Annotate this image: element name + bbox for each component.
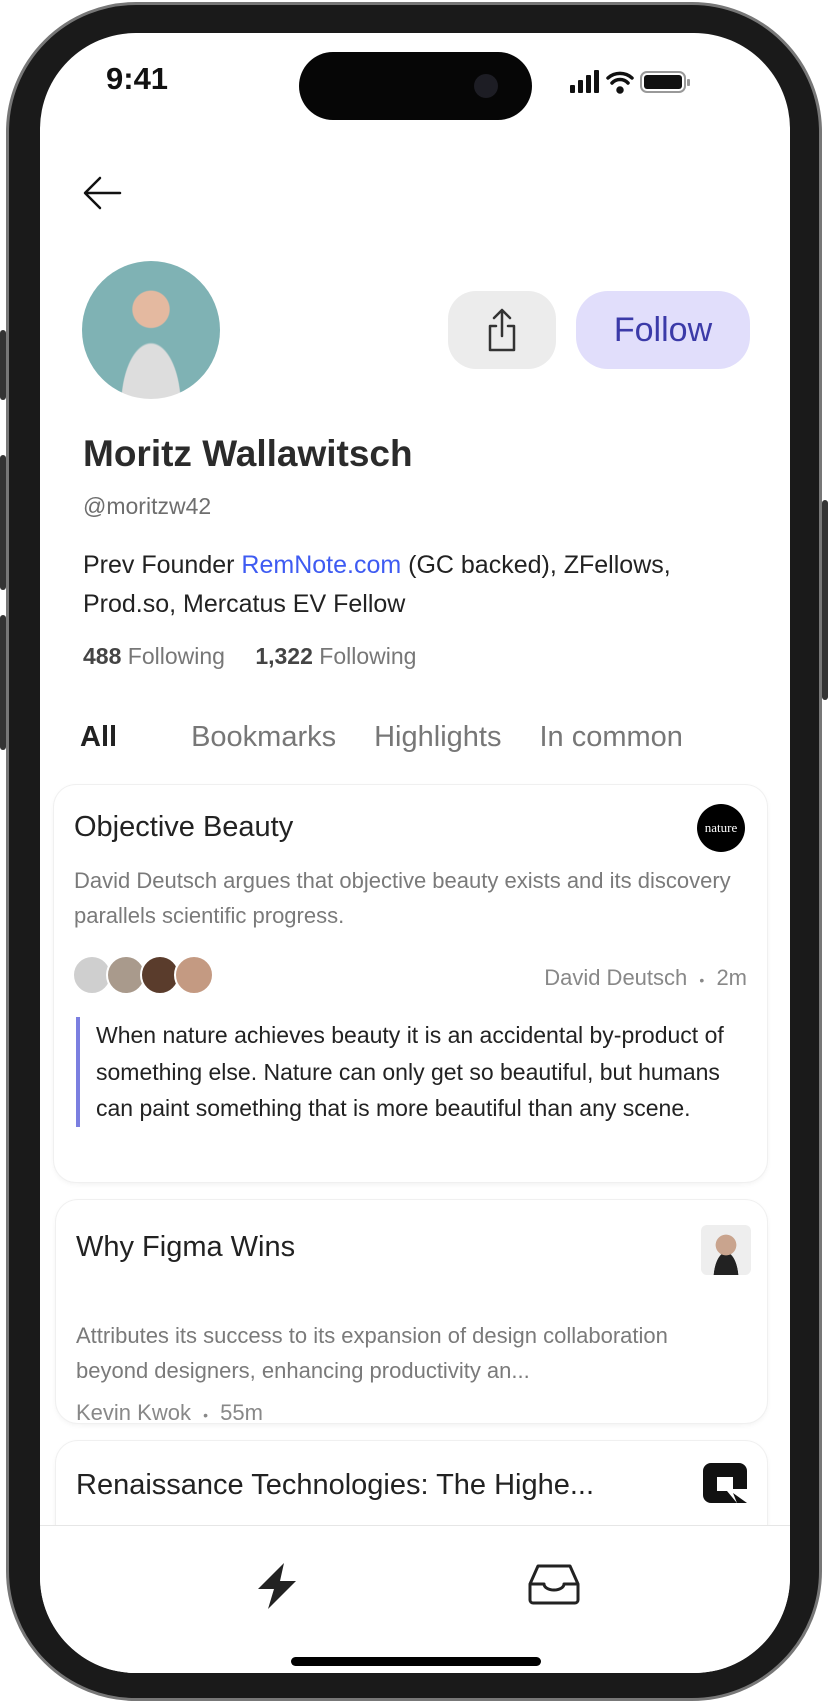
status-icons <box>570 70 690 94</box>
source-logo-icon <box>703 1463 747 1503</box>
tab-highlights[interactable]: Highlights <box>374 721 501 754</box>
lightning-icon[interactable] <box>254 1561 300 1611</box>
share-icon <box>488 308 516 352</box>
card-title: Why Figma Wins <box>76 1231 296 1263</box>
following-stat[interactable]: 488 Following <box>83 643 225 669</box>
follow-button[interactable]: Follow <box>576 291 750 369</box>
nature-logo: nature <box>697 804 745 852</box>
card-time: 2m <box>716 965 747 990</box>
followers-label: Following <box>319 643 417 669</box>
home-indicator[interactable] <box>291 1657 541 1666</box>
avatar <box>174 955 214 995</box>
tab-in-common[interactable]: In common <box>539 721 682 754</box>
card-meta: David Deutsch • 2m <box>544 965 747 991</box>
wifi-icon <box>606 71 634 94</box>
camera-icon <box>474 74 498 98</box>
card-description: David Deutsch argues that objective beau… <box>74 868 731 928</box>
share-button[interactable] <box>448 291 556 369</box>
author-thumbnail <box>701 1225 751 1275</box>
card-author: David Deutsch <box>544 965 688 990</box>
card-author: Kevin Kwok <box>76 1400 191 1425</box>
feed-card[interactable]: Why Figma Wins Attributes its success to… <box>56 1200 767 1426</box>
profile-stats: 488 Following 1,322 Following <box>83 643 416 670</box>
profile-handle: @moritzw42 <box>83 493 212 519</box>
side-button <box>822 500 828 700</box>
tab-bookmarks[interactable]: Bookmarks <box>191 721 336 754</box>
following-label: Following <box>127 643 225 669</box>
card-meta: Kevin Kwok • 55m <box>76 1400 263 1426</box>
feed-card[interactable]: Objective Beauty nature David Deutsch ar… <box>54 785 767 1182</box>
bottom-nav <box>40 1525 790 1673</box>
tab-bar: All Bookmarks Highlights In common <box>80 721 721 754</box>
followers-stat[interactable]: 1,322 Following <box>255 643 416 669</box>
avatar <box>82 261 220 399</box>
separator: • <box>699 972 705 988</box>
status-time: 9:41 <box>106 61 169 96</box>
tab-all[interactable]: All <box>80 721 117 754</box>
profile-name: Moritz Wallawitsch <box>83 433 413 474</box>
card-title: Renaissance Technologies: The Highe... <box>76 1469 595 1501</box>
dynamic-island <box>299 52 532 120</box>
profile-bio: Prev Founder RemNote.com (GC backed), ZF… <box>83 546 763 624</box>
card-quote: When nature achieves beauty it is an acc… <box>76 1017 736 1127</box>
signal-icon <box>570 70 599 93</box>
card-time: 55m <box>220 1400 263 1425</box>
following-count: 488 <box>83 643 122 669</box>
bio-link[interactable]: RemNote.com <box>241 551 401 579</box>
follow-label: Follow <box>613 310 713 349</box>
inbox-icon[interactable] <box>528 1563 580 1605</box>
separator: • <box>203 1407 208 1423</box>
back-arrow-icon[interactable] <box>82 173 124 213</box>
battery-icon <box>640 71 690 93</box>
followers-count: 1,322 <box>255 643 313 669</box>
card-description: Attributes its success to its expansion … <box>76 1323 668 1383</box>
bio-text: Prev Founder <box>83 551 242 579</box>
reader-avatars <box>72 955 222 999</box>
card-title: Objective Beauty <box>74 811 294 843</box>
screen: 9:41 Follow Moritz Wallawitsch @moritzw4… <box>40 33 790 1673</box>
